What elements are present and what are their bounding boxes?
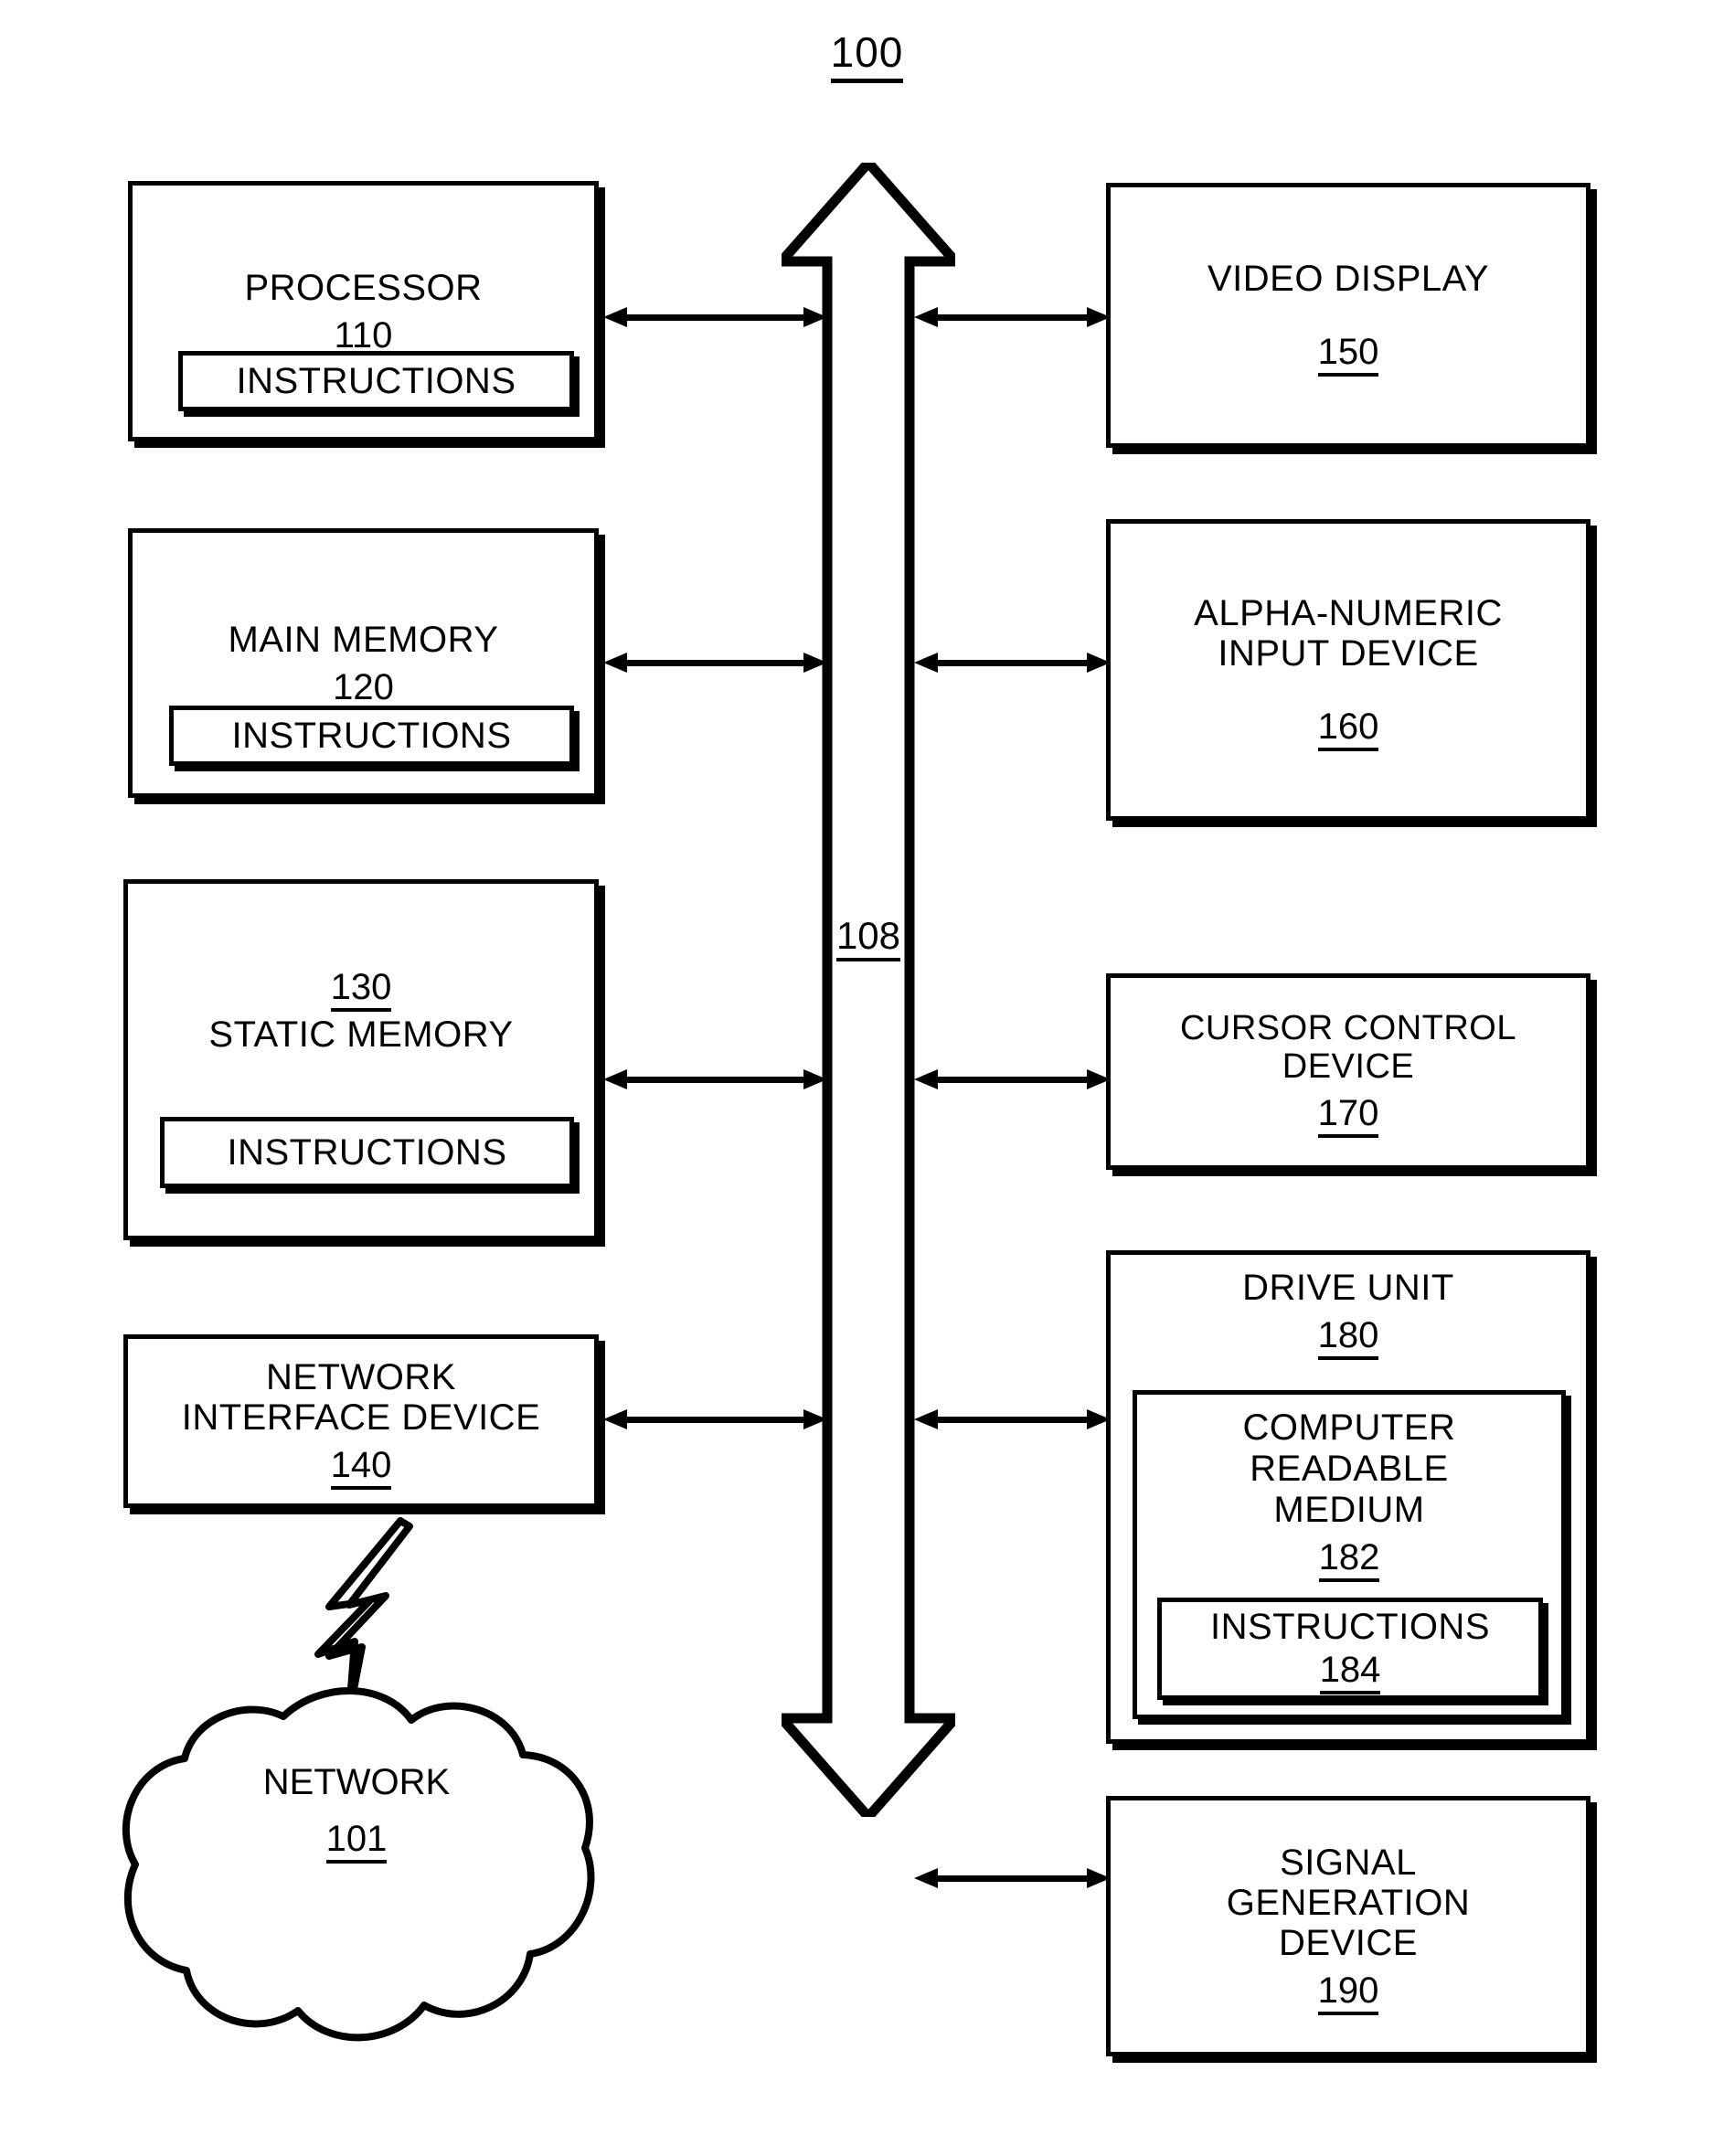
block-signal-generation-device[interactable]: SIGNAL GENERATION DEVICE 190	[1106, 1796, 1590, 2056]
block-video-display[interactable]: VIDEO DISPLAY 150	[1106, 183, 1590, 448]
connector-network-interface-device-to-bus	[603, 1407, 827, 1431]
block-video-display-ref: 150	[1317, 332, 1379, 377]
figure-canvas: 100 108 PROCESSOR 110 INSTRUCTIONS MAIN …	[0, 0, 1734, 2156]
block-network-interface-device-ref: 140	[330, 1445, 392, 1490]
connector-bus-to-signal-generation-device	[914, 1866, 1111, 1890]
inner-box-static-memory-instructions-title: INSTRUCTIONS	[227, 1131, 507, 1173]
block-static-memory-ref: 130	[330, 966, 392, 1012]
connector-bus-to-alpha-numeric-input-device	[914, 651, 1111, 674]
block-cursor-control-device-ref: 170	[1317, 1093, 1379, 1139]
block-drive-unit-ref: 180	[1317, 1315, 1379, 1360]
block-alpha-numeric-input-device-title: ALPHA-NUMERIC INPUT DEVICE	[1194, 593, 1503, 674]
block-network-interface-device[interactable]: NETWORK INTERFACE DEVICE 140	[123, 1334, 599, 1508]
block-static-memory-title: STATIC MEMORY	[208, 1014, 514, 1055]
network-cloud-label: NETWORK 101	[110, 1759, 603, 1864]
inner-box-main-memory-instructions[interactable]: INSTRUCTIONS	[169, 706, 574, 766]
system-bus-label: 108	[804, 914, 932, 961]
inner-box-instructions-184-title: INSTRUCTIONS	[1210, 1607, 1490, 1648]
inner-box-computer-readable-medium[interactable]: COMPUTER READABLE MEDIUM 182 INSTRUCTION…	[1133, 1390, 1566, 1719]
inner-box-instructions-184-ref: 184	[1319, 1650, 1381, 1694]
inner-box-processor-instructions-title: INSTRUCTIONS	[236, 360, 516, 401]
block-main-memory-title: MAIN MEMORY	[228, 619, 499, 660]
connector-main-memory-to-bus	[603, 651, 827, 674]
block-drive-unit-title: DRIVE UNIT	[1242, 1268, 1454, 1308]
block-processor-ref: 110	[334, 314, 393, 360]
connector-bus-to-cursor-control-device	[914, 1067, 1111, 1091]
inner-box-computer-readable-medium-ref: 182	[1318, 1537, 1380, 1583]
connector-static-memory-to-bus	[603, 1067, 827, 1091]
connector-bus-to-drive-unit	[914, 1407, 1111, 1431]
block-signal-generation-device-title: SIGNAL GENERATION DEVICE	[1226, 1842, 1471, 1963]
network-cloud-title: NETWORK	[262, 1762, 451, 1802]
network-cloud[interactable]	[110, 1645, 603, 2084]
system-bus-ref: 108	[835, 914, 901, 961]
inner-box-main-memory-instructions-title: INSTRUCTIONS	[231, 715, 512, 756]
inner-box-computer-readable-medium-title: COMPUTER READABLE MEDIUM	[1242, 1407, 1456, 1530]
block-signal-generation-device-ref: 190	[1317, 1970, 1379, 2015]
block-static-memory[interactable]: STATIC MEMORY 130 INSTRUCTIONS	[123, 879, 599, 1240]
block-drive-unit[interactable]: DRIVE UNIT 180 COMPUTER READABLE MEDIUM …	[1106, 1250, 1590, 1744]
block-processor[interactable]: PROCESSOR 110 INSTRUCTIONS	[128, 181, 599, 441]
connector-bus-to-video-display	[914, 305, 1111, 329]
block-video-display-title: VIDEO DISPLAY	[1207, 259, 1490, 299]
network-cloud-ref: 101	[325, 1816, 388, 1864]
system-bus-arrow	[782, 163, 955, 1817]
block-cursor-control-device[interactable]: CURSOR CONTROL DEVICE 170	[1106, 973, 1590, 1170]
inner-box-instructions-184[interactable]: INSTRUCTIONS 184	[1157, 1598, 1543, 1700]
figure-number: 100	[0, 27, 1734, 83]
connector-processor-to-bus	[603, 305, 827, 329]
inner-box-static-memory-instructions[interactable]: INSTRUCTIONS	[160, 1117, 574, 1188]
block-main-memory-ref: 120	[333, 666, 394, 712]
block-alpha-numeric-input-device-ref: 160	[1317, 706, 1379, 751]
inner-box-processor-instructions[interactable]: INSTRUCTIONS	[178, 351, 574, 411]
block-cursor-control-device-title: CURSOR CONTROL DEVICE	[1179, 1008, 1517, 1086]
figure-number-value: 100	[830, 28, 904, 83]
block-main-memory[interactable]: MAIN MEMORY 120 INSTRUCTIONS	[128, 528, 599, 798]
block-network-interface-device-title: NETWORK INTERFACE DEVICE	[181, 1357, 541, 1438]
block-processor-title: PROCESSOR	[244, 267, 483, 308]
block-alpha-numeric-input-device[interactable]: ALPHA-NUMERIC INPUT DEVICE 160	[1106, 519, 1590, 821]
